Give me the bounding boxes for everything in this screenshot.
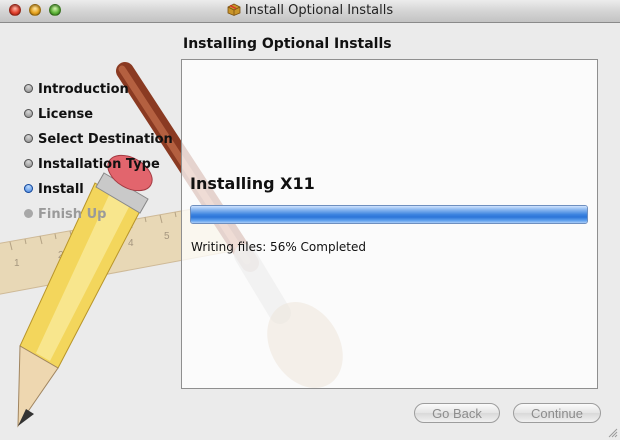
- step-bullet-icon: [24, 109, 33, 118]
- step-label: Introduction: [38, 82, 129, 97]
- window-title: Install Optional Installs: [244, 3, 394, 18]
- continue-button[interactable]: Continue: [513, 403, 601, 423]
- progress-bar-fill: [191, 206, 587, 223]
- ruler-number: 5: [164, 231, 170, 242]
- step-bullet-icon: [24, 134, 33, 143]
- package-icon: [227, 3, 241, 16]
- step-label: Finish Up: [38, 207, 107, 222]
- step-bullet-icon: [24, 84, 33, 93]
- step-bullet-pending-icon: [24, 209, 33, 218]
- installer-steps-list: Introduction License Select Destination …: [24, 81, 173, 231]
- step-installation-type: Installation Type: [24, 156, 173, 181]
- go-back-button[interactable]: Go Back: [414, 403, 500, 423]
- step-license: License: [24, 106, 173, 131]
- step-introduction: Introduction: [24, 81, 173, 106]
- install-item-title: Installing X11: [190, 174, 315, 193]
- install-progress-panel: Installing X11 Writing files: 56% Comple…: [181, 59, 598, 389]
- page-heading: Installing Optional Installs: [183, 36, 392, 52]
- install-progress-bar: [190, 205, 588, 224]
- step-select-destination: Select Destination: [24, 131, 173, 156]
- step-label: Installation Type: [38, 157, 160, 172]
- step-bullet-current-icon: [24, 184, 33, 193]
- resize-grip-icon[interactable]: [607, 427, 618, 438]
- step-bullet-icon: [24, 159, 33, 168]
- ruler-number: 1: [14, 258, 20, 269]
- step-label: License: [38, 107, 94, 122]
- step-label: Select Destination: [38, 132, 173, 147]
- ruler-number: 4: [128, 238, 134, 249]
- window-title-group: Install Optional Installs: [0, 3, 620, 18]
- install-status-text: Writing files: 56% Completed: [191, 240, 366, 254]
- title-bar: Install Optional Installs: [0, 0, 620, 23]
- step-install: Install: [24, 181, 173, 206]
- installer-content: 1 2 3 4 5 Installing Optional Installs I…: [0, 23, 620, 440]
- step-label: Install: [38, 182, 84, 197]
- step-finish-up: Finish Up: [24, 206, 173, 231]
